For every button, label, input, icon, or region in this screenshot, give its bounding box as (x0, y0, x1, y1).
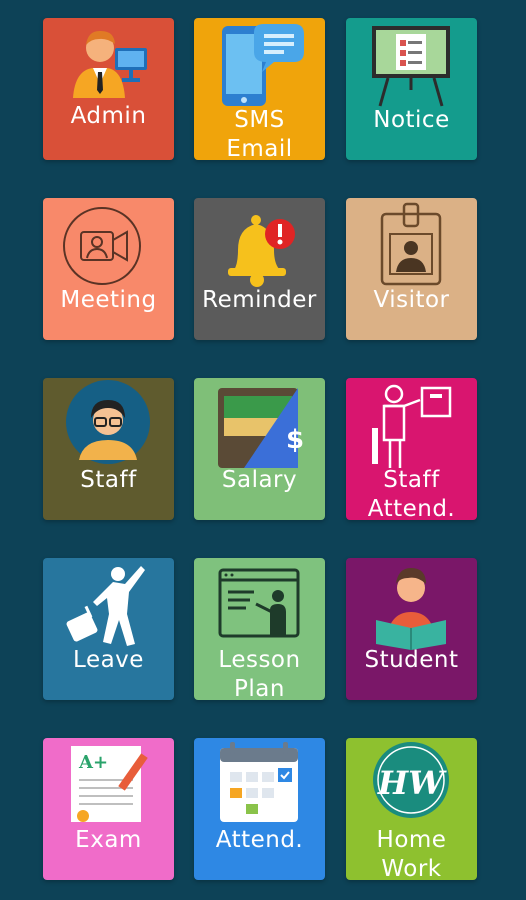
svg-text:HW: HW (377, 764, 447, 802)
tile-label: Staff (80, 467, 137, 493)
id-badge-icon (380, 202, 442, 286)
phone-chat-icon (222, 24, 304, 106)
meeting-tile[interactable]: Meeting (43, 198, 174, 340)
bell-alert-icon (228, 215, 295, 287)
reminder-tile[interactable]: Reminder (194, 198, 325, 340)
tile-label: Admin (70, 103, 147, 129)
salary-tile[interactable]: $ Salary (194, 378, 325, 520)
tile-label: Lesson Plan (218, 647, 301, 700)
visitor-tile[interactable]: Visitor (346, 198, 477, 340)
staff-tile[interactable]: Staff (43, 378, 174, 520)
staff-avatar-icon (66, 380, 150, 464)
home-work-tile[interactable]: HW Home Work (346, 738, 477, 880)
exam-paper-icon: A+ (71, 746, 148, 822)
lesson-plan-tile[interactable]: Lesson Plan (194, 558, 325, 700)
calendar-check-icon (220, 742, 298, 822)
svg-text:A+: A+ (78, 752, 108, 773)
dashboard-grid: Admin SMS Email Notice Meeting Reminder … (0, 0, 526, 900)
tile-label: Reminder (202, 287, 317, 313)
tile-label: Attend. (215, 827, 304, 853)
tile-label: Notice (373, 107, 450, 133)
attend-tile[interactable]: Attend. (194, 738, 325, 880)
traveler-luggage-icon (66, 566, 145, 646)
homework-badge-icon: HW (373, 742, 449, 818)
teacher-board-icon (372, 384, 452, 468)
notice-tile[interactable]: Notice (346, 18, 477, 160)
tile-label: Visitor (373, 287, 450, 313)
exam-tile[interactable]: A+ Exam (43, 738, 174, 880)
tile-label: Meeting (60, 287, 157, 313)
leave-tile[interactable]: Leave (43, 558, 174, 700)
tile-label: Home Work (376, 827, 447, 880)
tile-label: SMS Email (226, 107, 293, 160)
tile-label: Student (364, 647, 459, 673)
presentation-screen-icon (218, 568, 300, 638)
student-reading-icon (376, 568, 446, 650)
student-tile[interactable]: Student (346, 558, 477, 700)
svg-text:$: $ (286, 425, 304, 455)
admin-tile[interactable]: Admin (43, 18, 174, 160)
tile-label: Salary (221, 467, 298, 493)
notice-board-icon (372, 26, 450, 107)
tile-label: Exam (75, 827, 142, 853)
tile-label: Staff Attend. (367, 467, 456, 520)
staff-attend-tile[interactable]: Staff Attend. (346, 378, 477, 520)
video-call-icon (63, 207, 141, 285)
sms-email-tile[interactable]: SMS Email (194, 18, 325, 160)
tile-label: Leave (73, 647, 144, 673)
wallet-dollar-icon: $ (218, 388, 304, 468)
